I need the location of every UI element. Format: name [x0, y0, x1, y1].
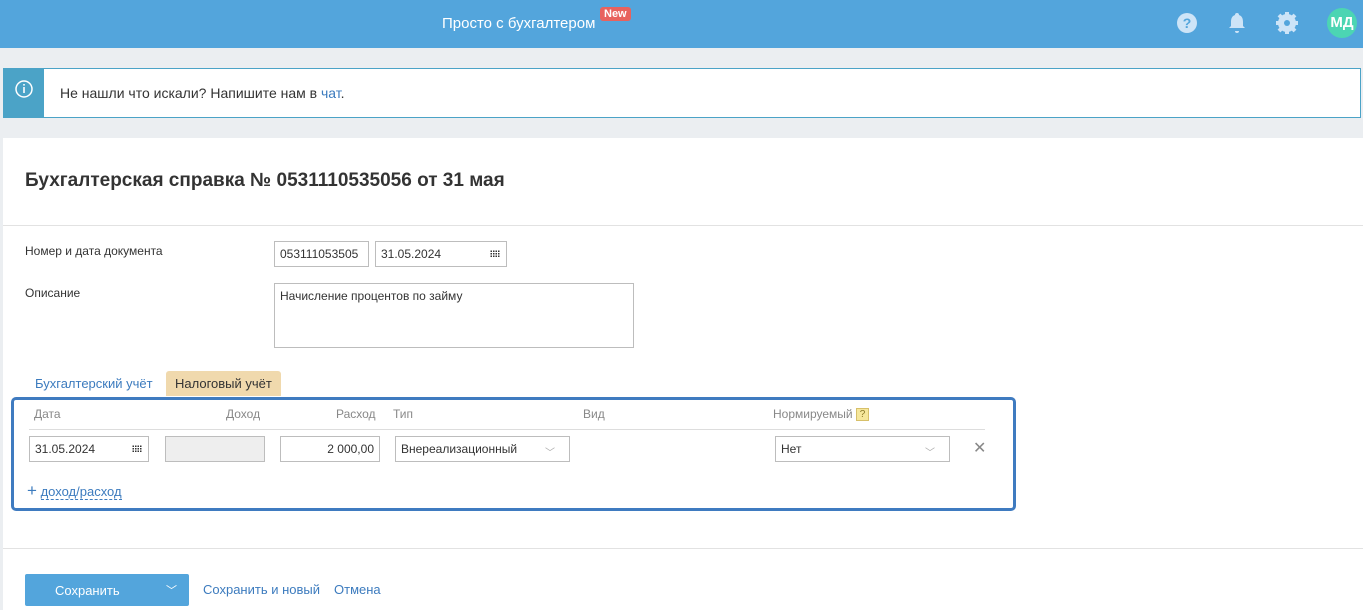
- col-income: Доход: [226, 407, 261, 421]
- brand-title[interactable]: Просто с бухгалтером: [442, 15, 595, 32]
- row-type-select[interactable]: Внереализационный ﹀: [395, 436, 570, 462]
- row-norm-value: Нет: [781, 442, 802, 456]
- tab-accounting[interactable]: Бухгалтерский учёт: [35, 376, 153, 391]
- row-expense-input[interactable]: 2 000,00: [280, 436, 380, 462]
- new-badge: New: [600, 7, 631, 21]
- row-income-input[interactable]: [165, 436, 265, 462]
- document-card: Бухгалтерская справка № 0531110535056 от…: [3, 138, 1363, 610]
- row-date-value: 31.05.2024: [35, 442, 96, 456]
- chevron-down-icon: ﹀: [545, 448, 555, 459]
- col-type: Тип: [393, 407, 414, 421]
- page-title: Бухгалтерская справка № 0531110535056 от…: [25, 170, 505, 191]
- save-label: Сохранить: [55, 583, 120, 598]
- svg-text:?: ?: [1183, 15, 1192, 31]
- number-label: Номер и дата документа: [25, 244, 163, 258]
- plus-icon: +: [27, 481, 37, 500]
- col-expense: Расход: [336, 407, 376, 421]
- tax-entries-panel: Дата Доход Расход Тип Вид Нормируемый ? …: [11, 397, 1016, 511]
- save-and-new-link[interactable]: Сохранить и новый: [203, 582, 320, 597]
- calendar-icon[interactable]: [132, 445, 142, 453]
- col-norm-label: Нормируемый: [773, 407, 853, 421]
- col-norm: Нормируемый ?: [773, 407, 869, 422]
- avatar[interactable]: МД: [1327, 8, 1357, 38]
- divider: [3, 548, 1363, 549]
- info-end: .: [340, 85, 345, 101]
- info-text: Не нашли что искали? Напишите нам в: [60, 85, 321, 101]
- calendar-icon[interactable]: [490, 250, 500, 258]
- remove-row-icon[interactable]: ✕: [973, 438, 986, 458]
- chevron-down-icon[interactable]: ﹀: [166, 582, 177, 598]
- chat-link[interactable]: чат: [321, 85, 341, 101]
- help-badge[interactable]: ?: [855, 408, 869, 422]
- add-entry-link[interactable]: + доход/расход: [27, 481, 122, 501]
- info-icon: [4, 69, 44, 117]
- date-value: 31.05.2024: [381, 247, 442, 261]
- row-type-value: Внереализационный: [401, 442, 518, 456]
- gear-icon[interactable]: [1275, 11, 1299, 35]
- divider: [29, 429, 985, 430]
- date-input[interactable]: 31.05.2024: [375, 241, 507, 267]
- row-norm-select[interactable]: Нет ﹀: [775, 436, 950, 462]
- save-button[interactable]: Сохранить ﹀: [25, 574, 189, 606]
- help-icon[interactable]: ?: [1175, 11, 1199, 35]
- cancel-link[interactable]: Отмена: [334, 582, 381, 597]
- chevron-down-icon: ﹀: [925, 448, 935, 459]
- divider: [3, 225, 1363, 226]
- description-label: Описание: [25, 286, 81, 300]
- description-textarea[interactable]: Начисление процентов по займу: [274, 283, 634, 348]
- tab-tax[interactable]: Налоговый учёт: [166, 371, 281, 396]
- row-date-input[interactable]: 31.05.2024: [29, 436, 149, 462]
- add-entry-label: доход/расход: [40, 484, 122, 500]
- info-banner: Не нашли что искали? Напишите нам в чат.: [3, 68, 1361, 118]
- col-kind: Вид: [583, 407, 605, 421]
- top-bar: Просто с бухгалтером New ? МД: [0, 0, 1363, 48]
- col-date: Дата: [34, 407, 61, 421]
- bell-icon[interactable]: [1225, 11, 1249, 35]
- number-input[interactable]: 053111053505: [274, 241, 369, 267]
